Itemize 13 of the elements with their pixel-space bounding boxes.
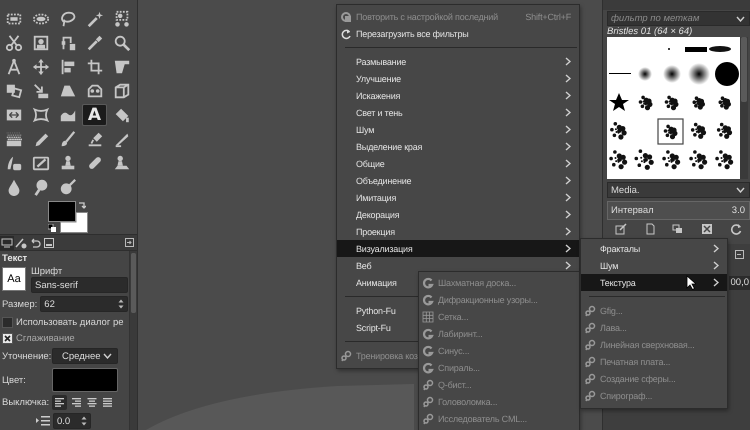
font-preview: Aa — [2, 267, 26, 291]
field-value: 3.0 — [732, 205, 745, 216]
field-label: Интервал — [611, 205, 654, 216]
panel-title: Текст — [2, 253, 28, 264]
field-label: Шрифт — [31, 267, 64, 276]
field-label: Уточнение: — [2, 350, 49, 362]
checkbox-label: Использовать диалог ре — [16, 316, 124, 328]
brush-name: Bristles 01 (64 × 64) — [607, 27, 694, 36]
shortcut-label: Shift+Ctrl+F — [525, 12, 571, 22]
field-label: Цвет: — [2, 374, 27, 386]
checkbox-label: Сглаживание — [16, 332, 75, 344]
field-label: Размер: — [2, 298, 38, 310]
field-label: Выключка: — [2, 397, 50, 408]
